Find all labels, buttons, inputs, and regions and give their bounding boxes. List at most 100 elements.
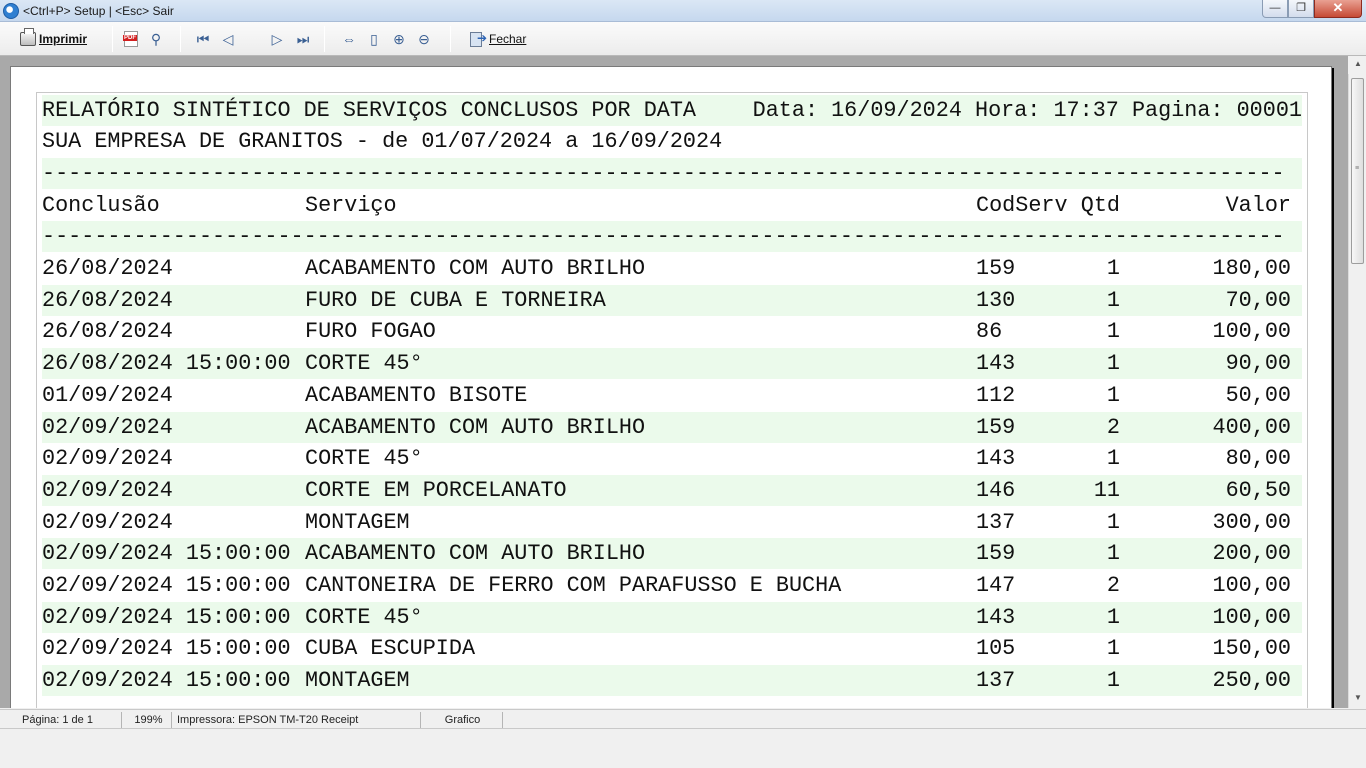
next-page-icon[interactable]: ▷ bbox=[268, 30, 286, 48]
table-row: 02/09/2024 15:00:00 ACABAMENTO COM AUTO B… bbox=[42, 538, 1302, 570]
cell-codserv: 159 bbox=[976, 541, 1016, 567]
cell-servico: CORTE 45° bbox=[305, 446, 423, 472]
first-page-icon[interactable]: ⏮ bbox=[194, 30, 212, 48]
cell-servico: ACABAMENTO BISOTE bbox=[305, 382, 528, 408]
toolbar-separator bbox=[112, 26, 113, 52]
table-row: 02/09/2024 15:00:00 CUBA ESCUPIDA 105 1 150,… bbox=[42, 633, 1302, 664]
table-row: 02/09/2024 CORTE EM PORCELANATO 146 11 60,50 bbox=[42, 474, 1302, 506]
cell-conclusao: 26/08/2024 bbox=[42, 256, 173, 281]
table-row: 02/09/2024 15:00:00 CORTE 45° 143 1 100,00 bbox=[42, 601, 1302, 633]
cell-valor: 100,00 bbox=[1212, 604, 1291, 630]
cell-codserv: 147 bbox=[976, 573, 1016, 598]
cell-qtd: 1 bbox=[1106, 541, 1120, 567]
report-viewport[interactable]: RELATÓRIO SINTÉTICO DE SERVIÇOS CONCLUSO… bbox=[0, 56, 1348, 708]
cell-conclusao: 26/08/2024 15:00:00 bbox=[42, 351, 291, 377]
status-page: Página: 1 de 1 bbox=[18, 712, 122, 728]
last-page-icon[interactable]: ⏭ bbox=[294, 30, 312, 48]
maximize-button[interactable]: ❐ bbox=[1288, 0, 1314, 18]
cell-qtd: 2 bbox=[1106, 573, 1120, 598]
table-header: Conclusão Serviço CodServ Qtd Valor bbox=[42, 190, 1302, 221]
whole-page-icon[interactable]: ▯ bbox=[365, 30, 383, 48]
cell-codserv: 86 bbox=[976, 319, 1003, 345]
cell-codserv: 143 bbox=[976, 446, 1016, 472]
toolbar: Imprimir ⚲ ⏮ ◁ ▷ ⏭ ⇔ ▯ ⊕ ⊖ Fechar bbox=[0, 22, 1366, 56]
separator-line: ----------------------------------------… bbox=[42, 224, 1285, 249]
cell-valor: 180,00 bbox=[1212, 256, 1291, 281]
cell-servico: ACABAMENTO COM AUTO BRILHO bbox=[305, 541, 646, 567]
cell-qtd: 1 bbox=[1106, 636, 1120, 662]
close-window-button[interactable]: ✕ bbox=[1314, 0, 1362, 18]
header-conclusao: Conclusão bbox=[42, 193, 160, 218]
cell-codserv: 143 bbox=[976, 604, 1016, 630]
cell-codserv: 130 bbox=[976, 287, 1016, 313]
report-subtitle-line: SUA EMPRESA DE GRANITOS - de 01/07/2024 … bbox=[42, 126, 1302, 157]
print-label: Imprimir bbox=[39, 32, 88, 46]
status-mode: Grafico bbox=[423, 712, 503, 728]
cell-codserv: 137 bbox=[976, 668, 1016, 694]
cell-servico: CORTE 45° bbox=[305, 351, 423, 377]
cell-servico: CUBA ESCUPIDA bbox=[305, 636, 476, 662]
report-title: RELATÓRIO SINTÉTICO DE SERVIÇOS CONCLUSO… bbox=[42, 98, 697, 123]
cell-valor: 250,00 bbox=[1212, 668, 1291, 694]
page-width-icon[interactable]: ⇔ bbox=[340, 30, 358, 48]
table-row: 26/08/2024 15:00:00 CORTE 45° 143 1 90,00 bbox=[42, 348, 1302, 380]
cell-codserv: 159 bbox=[976, 414, 1016, 440]
exit-icon bbox=[470, 31, 487, 47]
cell-qtd: 1 bbox=[1106, 509, 1120, 535]
cell-qtd: 1 bbox=[1106, 351, 1120, 377]
vertical-scrollbar[interactable]: ▲ ≡ ▼ bbox=[1348, 59, 1366, 708]
cell-codserv: 159 bbox=[976, 256, 1016, 281]
report-page: RELATÓRIO SINTÉTICO DE SERVIÇOS CONCLUSO… bbox=[10, 66, 1332, 708]
cell-qtd: 11 bbox=[1093, 477, 1120, 503]
cell-valor: 70,00 bbox=[1225, 287, 1291, 313]
zoom-in-icon[interactable]: ⊕ bbox=[390, 30, 408, 48]
cell-qtd: 1 bbox=[1106, 319, 1120, 345]
header-servico: Serviço bbox=[305, 193, 397, 218]
cell-qtd: 1 bbox=[1106, 446, 1120, 472]
close-label: Fechar bbox=[489, 32, 527, 46]
cell-conclusao: 26/08/2024 bbox=[42, 287, 173, 313]
app-icon bbox=[3, 3, 19, 19]
cell-conclusao: 02/09/2024 bbox=[42, 477, 173, 503]
find-icon[interactable]: ⚲ bbox=[147, 30, 165, 48]
minimize-button[interactable]: — bbox=[1262, 0, 1288, 18]
cell-codserv: 112 bbox=[976, 382, 1016, 408]
table-row: 01/09/2024 ACABAMENTO BISOTE 112 1 50,00 bbox=[42, 380, 1302, 411]
header-codserv: CodServ bbox=[976, 193, 1068, 218]
cell-codserv: 137 bbox=[976, 509, 1016, 535]
cell-codserv: 143 bbox=[976, 351, 1016, 377]
prev-page-icon[interactable]: ◁ bbox=[219, 30, 237, 48]
scroll-down-icon[interactable]: ▼ bbox=[1352, 692, 1364, 704]
table-row: 26/08/2024 FURO DE CUBA E TORNEIRA 130 1 70,… bbox=[42, 284, 1302, 316]
cell-codserv: 146 bbox=[976, 477, 1016, 503]
report-title-line: RELATÓRIO SINTÉTICO DE SERVIÇOS CONCLUSO… bbox=[42, 95, 1302, 126]
cell-conclusao: 02/09/2024 bbox=[42, 509, 173, 535]
cell-conclusao: 02/09/2024 bbox=[42, 414, 173, 440]
cell-conclusao: 02/09/2024 15:00:00 bbox=[42, 541, 291, 567]
zoom-out-icon[interactable]: ⊖ bbox=[415, 30, 433, 48]
cell-servico: CORTE EM PORCELANATO bbox=[305, 477, 567, 503]
window-title: <Ctrl+P> Setup | <Esc> Sair bbox=[23, 4, 174, 18]
cell-valor: 50,00 bbox=[1225, 382, 1291, 408]
cell-servico: ACABAMENTO COM AUTO BRILHO bbox=[305, 414, 646, 440]
scroll-up-icon[interactable]: ▲ bbox=[1352, 58, 1364, 70]
report-frame: RELATÓRIO SINTÉTICO DE SERVIÇOS CONCLUSO… bbox=[36, 92, 1308, 708]
printer-icon bbox=[20, 28, 36, 46]
cell-servico: MONTAGEM bbox=[305, 668, 410, 694]
scroll-thumb[interactable]: ≡ bbox=[1351, 78, 1364, 264]
cell-servico: MONTAGEM bbox=[305, 509, 410, 535]
close-report-button[interactable]: Fechar bbox=[470, 27, 526, 51]
cell-servico: CANTONEIRA DE FERRO COM PARAFUSSO E BUCH… bbox=[305, 573, 842, 598]
status-printer: Impressora: EPSON TM-T20 Receipt bbox=[173, 712, 421, 728]
header-valor: Valor bbox=[1225, 193, 1291, 218]
table-row: 26/08/2024 FURO FOGAO 86 1 100,00 bbox=[42, 316, 1302, 347]
cell-valor: 100,00 bbox=[1212, 573, 1291, 598]
cell-qtd: 1 bbox=[1106, 668, 1120, 694]
cell-valor: 80,00 bbox=[1225, 446, 1291, 472]
print-button[interactable]: Imprimir bbox=[20, 27, 87, 51]
table-row: 02/09/2024 CORTE 45° 143 1 80,00 bbox=[42, 443, 1302, 474]
report-date-info: Data: 16/09/2024 Hora: 17:37 Pagina: 000… bbox=[752, 98, 1302, 123]
report-subtitle: SUA EMPRESA DE GRANITOS - de 01/07/2024 … bbox=[42, 129, 723, 154]
toolbar-separator bbox=[180, 26, 181, 52]
export-pdf-button[interactable] bbox=[123, 27, 138, 51]
